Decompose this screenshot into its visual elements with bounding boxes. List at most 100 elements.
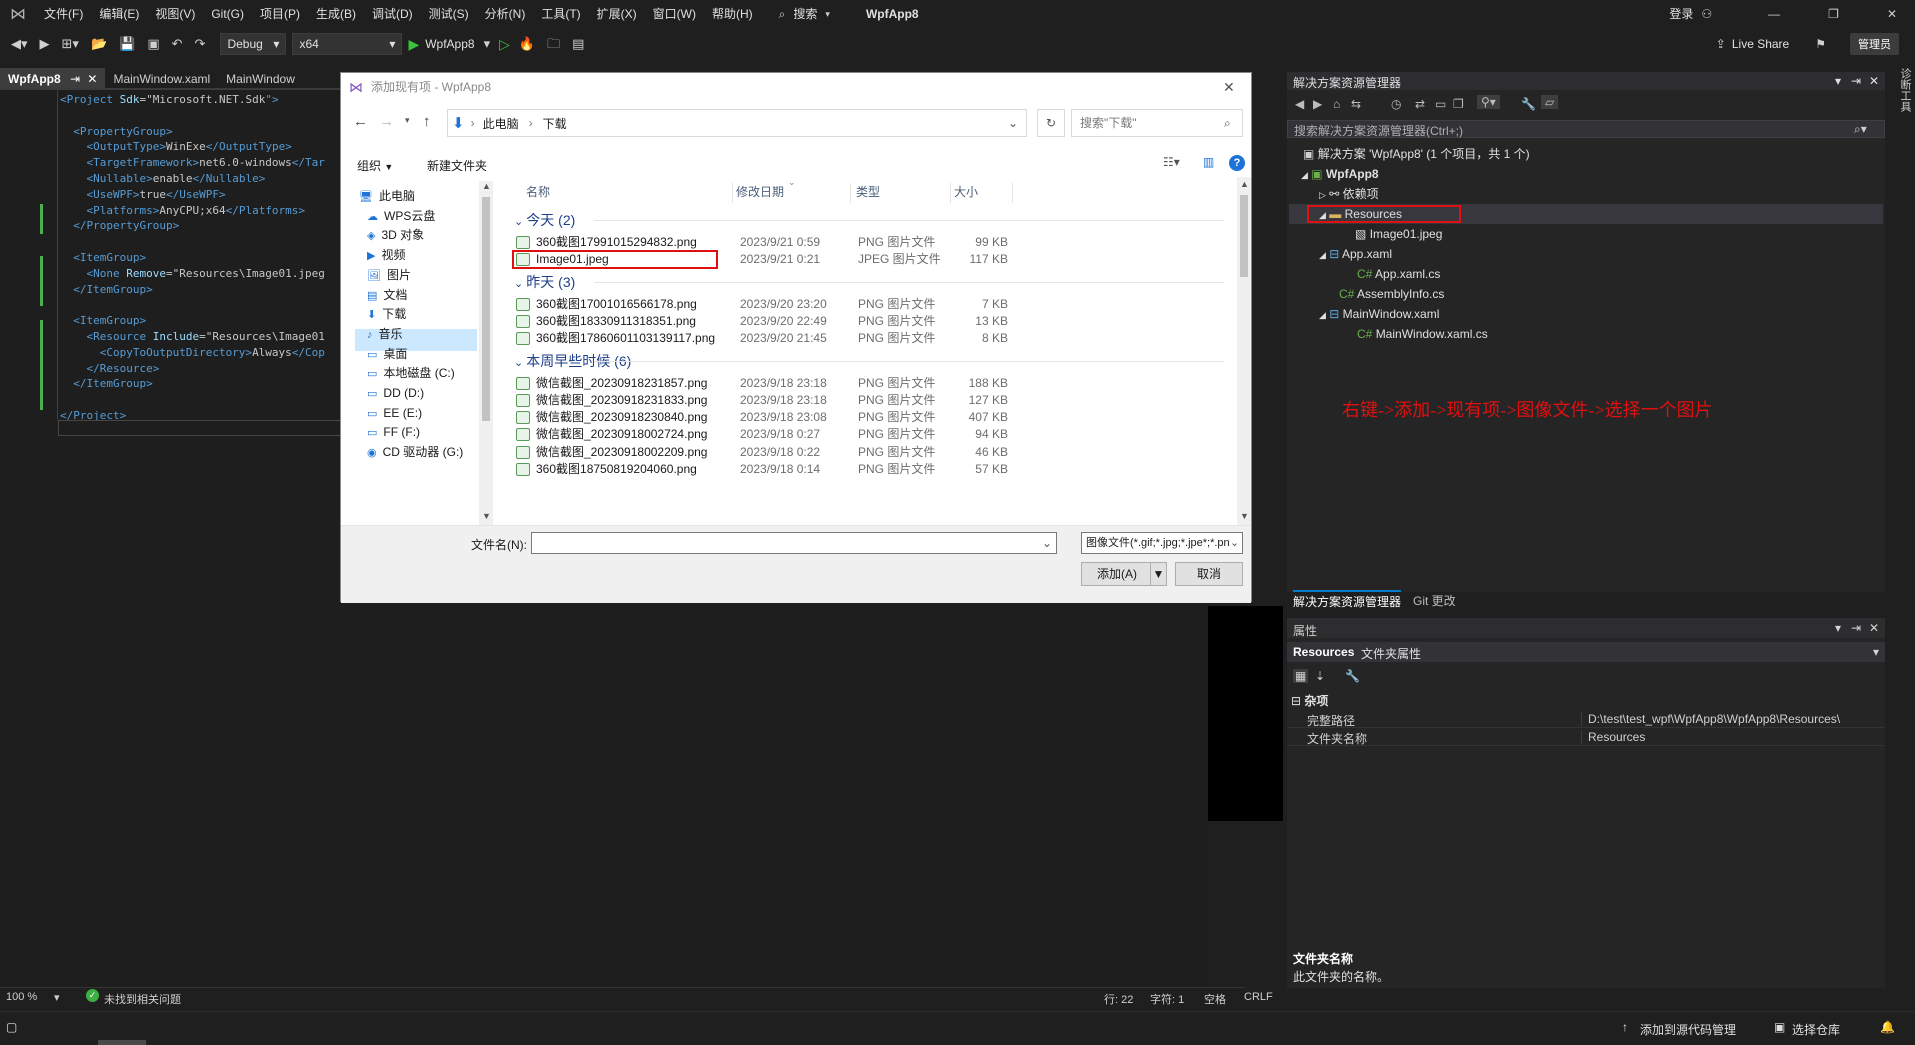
search-icon[interactable]: ⌕ [779, 7, 786, 22]
alphabetical-icon[interactable]: ⇣ [1315, 669, 1325, 683]
hot-reload-icon[interactable]: 🔥 [516, 32, 538, 56]
tree-mainwindow-xaml-cs[interactable]: C# MainWindow.xaml.cs [1357, 324, 1488, 344]
panel-menu-icon[interactable]: ▾ [1835, 74, 1841, 88]
save-all-icon[interactable]: ▣ [144, 32, 162, 56]
scroll-up-icon[interactable]: ▲ [1240, 179, 1249, 189]
tree-mainwindow-xaml[interactable]: ◢ ⊟ MainWindow.xaml [1319, 304, 1439, 324]
run-dropdown-icon[interactable]: ▾ [481, 32, 494, 56]
run-icon[interactable]: ▶ [408, 36, 419, 53]
home-icon[interactable]: ⌂ [1333, 97, 1340, 111]
close-icon[interactable]: ✕ [1887, 7, 1897, 21]
refresh-icon[interactable]: ↻ [1037, 109, 1065, 137]
code-line[interactable]: </ItemGroup> [60, 376, 325, 392]
tab-mainwindow-xaml[interactable]: MainWindow.xaml [105, 68, 218, 88]
login-link[interactable]: 登录 [1661, 0, 1701, 28]
collapse-arrow-icon[interactable]: ▷ [1319, 190, 1326, 200]
restore-icon[interactable]: ❐ [1828, 7, 1839, 21]
tree-dependencies[interactable]: ▷ ⚯ 依赖项 [1319, 184, 1379, 204]
sync-icon[interactable]: ⇄ [1415, 97, 1425, 111]
nav-item[interactable]: ◉ CD 驱动器 (G:) [367, 441, 463, 463]
file-row[interactable]: Image01.jpeg 2023/9/21 0:21 JPEG 图片文件 117 K… [512, 249, 1242, 270]
search-icon[interactable]: ⌕ [1224, 110, 1231, 136]
repo-button[interactable]: 选择仓库 [1792, 1021, 1840, 1038]
live-share-button[interactable]: Live Share [1732, 37, 1789, 51]
tree-app-xaml-cs[interactable]: C# App.xaml.cs [1357, 264, 1440, 284]
expand-icon[interactable]: ◢ [1319, 250, 1326, 260]
tree-project[interactable]: ◢ ▣ WpfApp8 [1301, 164, 1379, 184]
recent-dropdown-icon[interactable]: ▾ [405, 115, 410, 126]
tab-solution-explorer[interactable]: 解决方案资源管理器 [1293, 590, 1402, 610]
indent-mode[interactable]: 空格 [1204, 991, 1226, 1007]
column-size[interactable]: 大小 [954, 177, 978, 207]
folder-icon[interactable]: 🗀 [544, 32, 563, 56]
pin-icon[interactable]: ⇥ [1851, 74, 1861, 88]
organize-button[interactable]: 组织 ▼ [357, 157, 393, 174]
code-line[interactable]: </PropertyGroup> [60, 218, 325, 234]
switch-views-icon[interactable]: ⇆ [1351, 97, 1361, 111]
code-line[interactable] [60, 297, 325, 313]
menu-item[interactable]: 生成(B) [308, 0, 364, 28]
redo-icon[interactable]: ↷ [192, 32, 209, 56]
code-text[interactable]: <Project Sdk="Microsoft.NET.Sdk"> <Prope… [60, 92, 325, 424]
code-line[interactable]: <ItemGroup> [60, 313, 325, 329]
back-nav-icon[interactable]: ◀▾ [8, 32, 31, 56]
undo-icon[interactable]: ↶ [169, 32, 186, 56]
collapse-icon[interactable]: ▭ [1435, 97, 1446, 111]
nav-item[interactable]: ▶ 视频 [367, 244, 405, 266]
tree-app-xaml[interactable]: ◢ ⊟ App.xaml [1319, 244, 1392, 264]
chevron-down-icon[interactable]: ▾ [1873, 645, 1879, 659]
property-pages-icon[interactable]: 🔧 [1345, 669, 1360, 683]
file-row[interactable]: 360截图17860601103139117.png 2023/9/20 21:4… [512, 328, 1242, 349]
column-name[interactable]: 名称 [526, 177, 550, 207]
platform-combo[interactable]: x64 ▾ [292, 33, 403, 55]
forward-arrow-icon[interactable]: → [379, 113, 394, 130]
config-combo[interactable]: Debug ▾ [220, 33, 287, 55]
pin-icon[interactable]: ⇥ [1851, 621, 1861, 635]
add-dropdown-icon[interactable]: ▼ [1150, 563, 1166, 585]
bell-icon[interactable]: 🔔 [1880, 1020, 1895, 1034]
menu-item[interactable]: 调试(D) [364, 0, 421, 28]
code-line[interactable]: <CopyToOutputDirectory>Always</Cop [60, 345, 325, 361]
save-icon[interactable]: 💾 [116, 32, 138, 56]
file-group-header[interactable]: ⌄ 今天 (2) [514, 209, 575, 231]
code-line[interactable]: </Resource> [60, 361, 325, 377]
column-type[interactable]: 类型 [856, 177, 880, 207]
breadcrumb-this-pc[interactable]: 此电脑 [483, 115, 519, 132]
property-category[interactable]: ⊟ 杂项 [1291, 692, 1328, 709]
code-line[interactable]: <Nullable>enable</Nullable> [60, 171, 325, 187]
nav-item[interactable]: ▭ DD (D:) [367, 382, 424, 404]
new-folder-button[interactable]: 新建文件夹 [427, 157, 487, 174]
code-line[interactable]: <TargetFramework>net6.0-windows</Tar [60, 155, 325, 171]
filelist-scrollbar[interactable]: ▲ ▼ [1237, 177, 1251, 525]
tree-image01[interactable]: ▧ Image01.jpeg [1355, 224, 1442, 244]
tab-git-changes[interactable]: Git 更改 [1413, 592, 1456, 609]
help-icon[interactable]: ? [1229, 155, 1245, 171]
collapse-icon[interactable]: ⊟ [1291, 694, 1301, 708]
code-line[interactable]: <Resource Include="Resources\Image01 [60, 329, 325, 345]
collapse-icon[interactable]: ⌄ [514, 357, 526, 369]
preview-pane-icon[interactable]: ▥ [1203, 155, 1214, 169]
tree-solution[interactable]: ▣ 解决方案 'WpfApp8' (1 个项目，共 1 个) [1303, 144, 1530, 164]
nav-item[interactable]: 🖥 此电脑 [359, 185, 415, 207]
tab-mainwindow[interactable]: MainWindow [218, 68, 303, 88]
close-icon[interactable]: ✕ [87, 72, 97, 86]
account-icon[interactable]: ⚇ [1701, 7, 1712, 21]
zoom-dropdown-icon[interactable]: ▾ [54, 991, 60, 1004]
categorized-icon[interactable]: ▦ [1293, 669, 1309, 683]
code-line[interactable] [60, 108, 325, 124]
issues-label[interactable]: 未找到相关问题 [104, 991, 181, 1007]
forward-icon[interactable]: ▶ [1313, 97, 1322, 111]
notification-icon[interactable]: ▢ [6, 1020, 17, 1034]
new-project-icon[interactable]: ⊞▾ [59, 32, 82, 56]
scroll-up-icon[interactable]: ▲ [482, 181, 491, 191]
feedback-icon[interactable]: ⚑ [1815, 37, 1826, 51]
scroll-thumb[interactable] [1240, 195, 1248, 277]
properties-wrench-icon[interactable]: 🔧 [1521, 97, 1536, 111]
nav-item[interactable]: 🖼 图片 [367, 264, 411, 286]
chevron-down-icon[interactable]: ⌄ [1230, 533, 1240, 553]
file-group-header[interactable]: ⌄ 昨天 (3) [514, 271, 575, 293]
cancel-button[interactable]: 取消 [1175, 562, 1243, 586]
search-dropdown-icon[interactable]: ▾ [825, 9, 830, 20]
code-line[interactable]: <UseWPF>true</UseWPF> [60, 187, 325, 203]
menu-item[interactable]: 帮助(H) [704, 0, 761, 28]
